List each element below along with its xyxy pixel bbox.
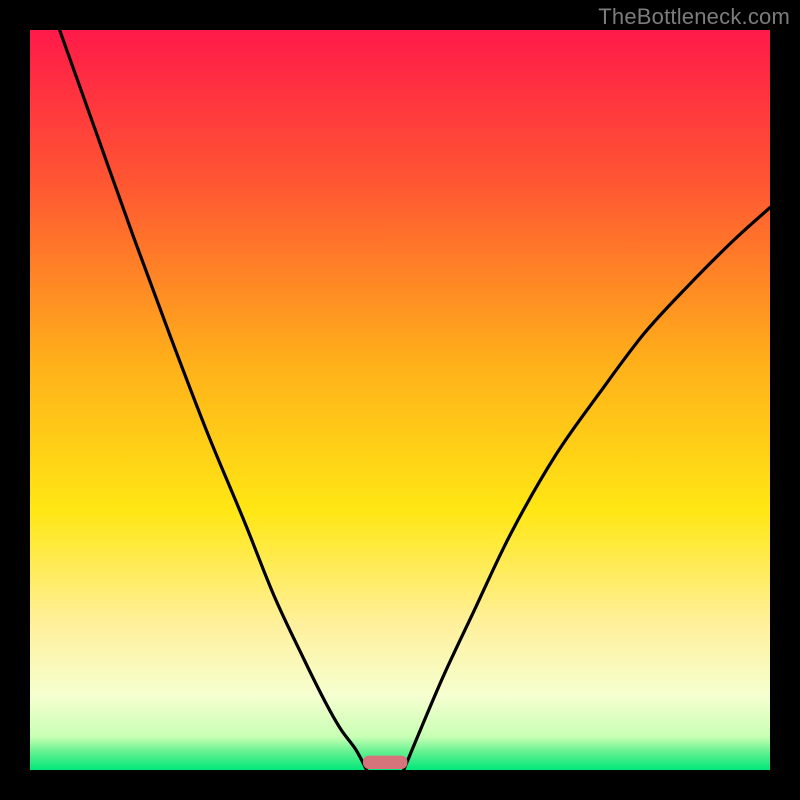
chart-frame: TheBottleneck.com <box>0 0 800 800</box>
attribution-label: TheBottleneck.com <box>598 4 790 30</box>
chart-svg <box>30 30 770 770</box>
bottleneck-marker <box>363 756 407 769</box>
plot-area <box>30 30 770 770</box>
gradient-background <box>30 30 770 770</box>
